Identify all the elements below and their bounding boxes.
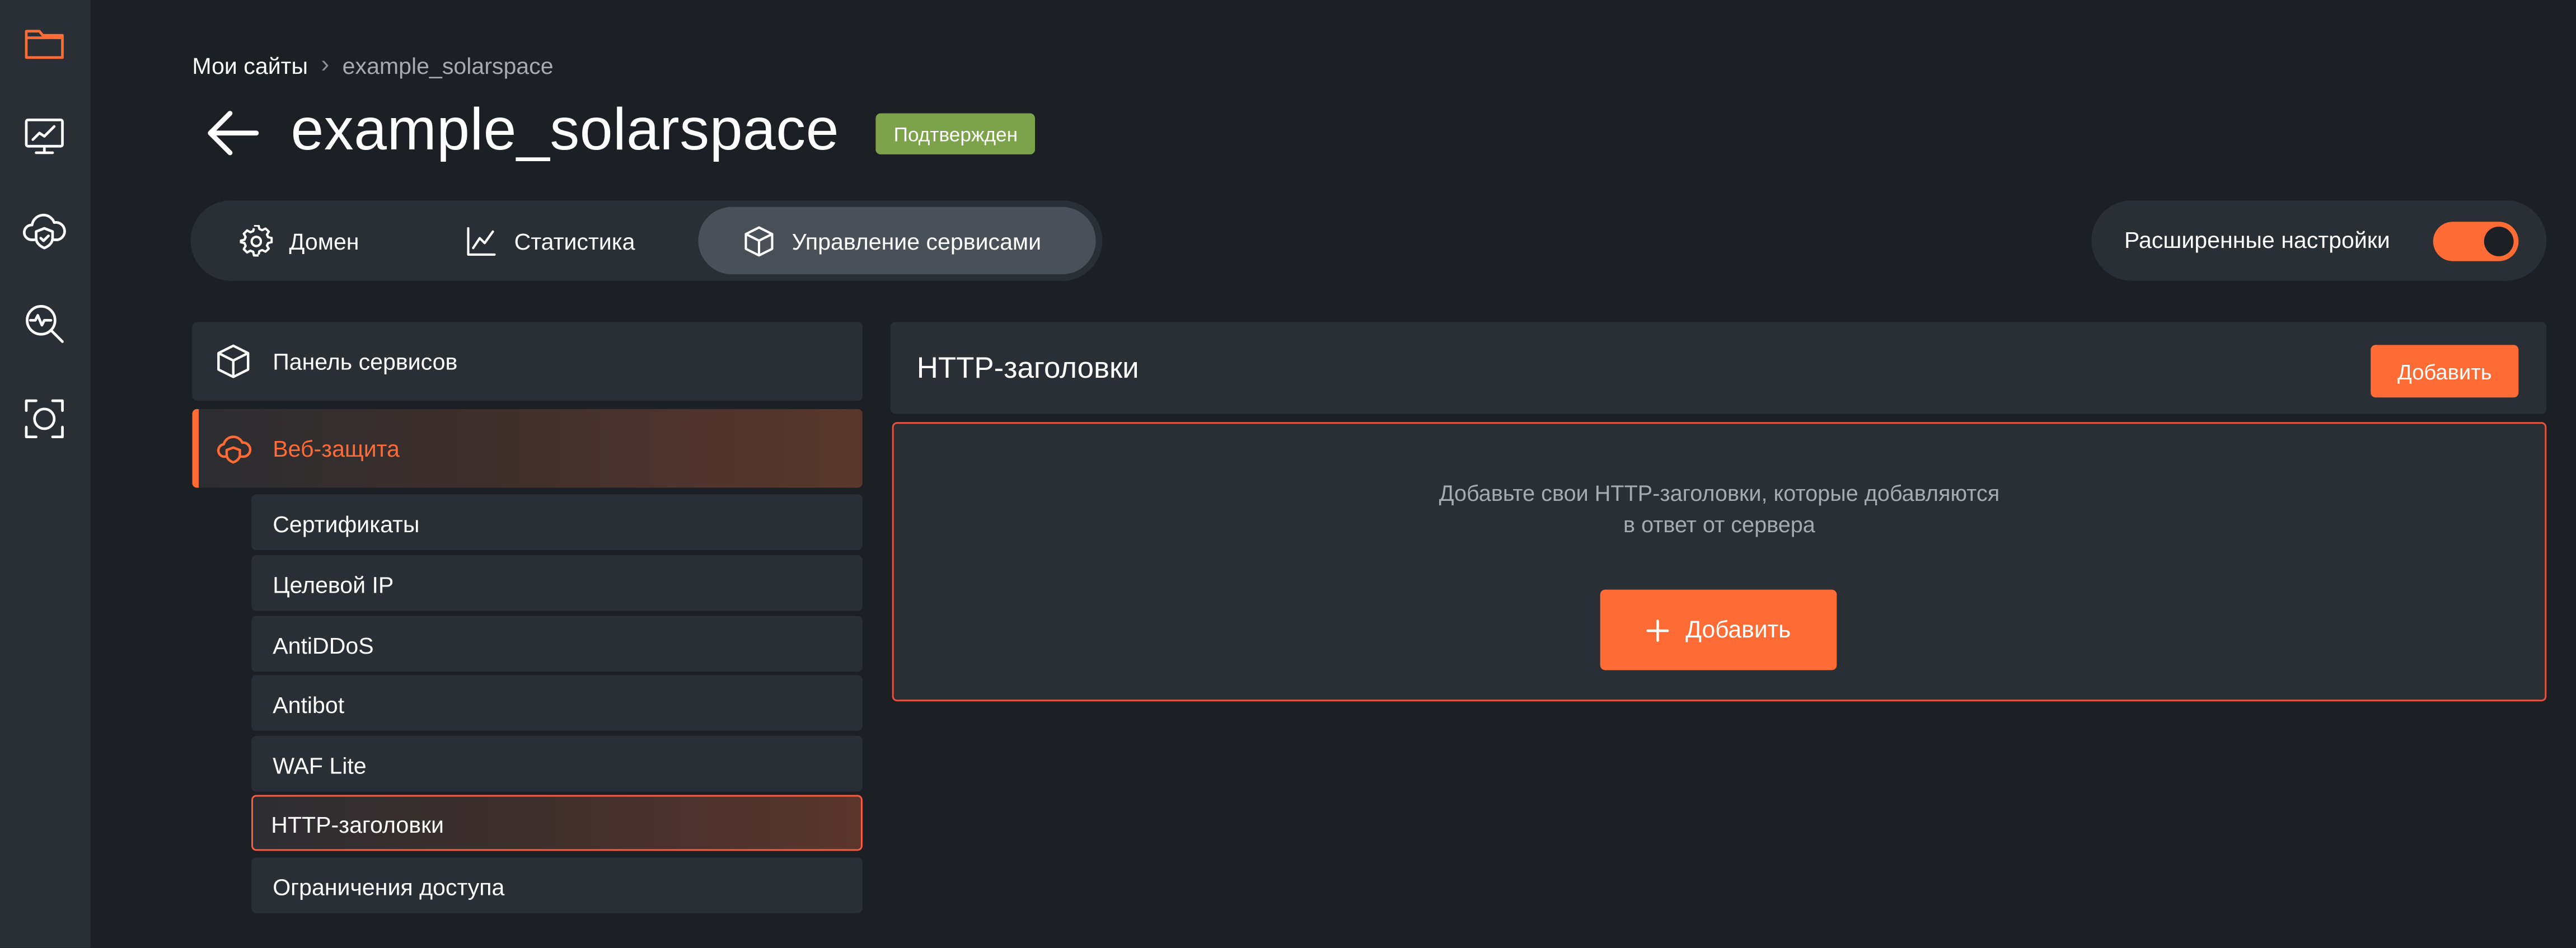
arrow-left-icon[interactable] [204, 107, 263, 159]
icon-rail [0, 0, 91, 948]
line-chart-icon [467, 226, 496, 255]
add-header-primary-label: Добавить [1685, 617, 1791, 644]
tab-bar: Домен Статистика Управление сервисами [190, 200, 1103, 281]
plus-icon [1646, 618, 1669, 641]
tab-service-management[interactable]: Управление сервисами [698, 207, 1096, 275]
rail-search-button[interactable] [18, 297, 71, 350]
sidebar-subitem-antiddos[interactable]: AntiDDoS [251, 616, 863, 672]
panel-header: HTTP-заголовки Добавить [890, 322, 2547, 414]
panel-title: HTTP-заголовки [916, 351, 1139, 384]
empty-state-line-1: Добавьте свои HTTP-заголовки, которые до… [1439, 481, 2000, 506]
empty-state-panel: Добавьте свои HTTP-заголовки, которые до… [892, 422, 2547, 702]
advanced-settings-label: Расширенные настройки [2124, 227, 2390, 253]
gear-icon [240, 224, 273, 256]
breadcrumb-root-link[interactable]: Мои сайты [192, 51, 308, 78]
rail-scan-button[interactable] [18, 392, 71, 445]
sidebar-subitem-label: Antibot [273, 691, 345, 718]
sidebar-subitem-label: WAF Lite [273, 752, 367, 779]
cube-icon [217, 344, 250, 378]
sidebar-item-label: Веб-защита [273, 435, 400, 462]
cloud-shield-icon [217, 435, 252, 464]
tab-domain[interactable]: Домен [240, 207, 359, 274]
page-title: example_solarspace [291, 95, 840, 163]
sidebar-subitem-label: Ограничения доступа [273, 874, 505, 900]
tab-domain-label: Домен [289, 227, 359, 254]
tab-service-management-label: Управление сервисами [791, 227, 1042, 254]
sidebar-subitem-label: Сертификаты [273, 510, 420, 537]
rail-folder-button[interactable] [18, 16, 71, 69]
add-header-button[interactable]: Добавить [2371, 345, 2519, 398]
chevron-right-icon: › [321, 50, 330, 79]
sidebar-subitem-access-restrictions[interactable]: Ограничения доступа [251, 857, 863, 913]
sidebar-subitem-label: Целевой IP [273, 571, 394, 598]
sidebar-subitem-target-ip[interactable]: Целевой IP [251, 555, 863, 611]
status-badge: Подтвержден [875, 113, 1036, 154]
tab-statistics-label: Статистика [514, 227, 635, 254]
sidebar-item-web-protection[interactable]: Веб-защита [192, 409, 863, 488]
tab-statistics[interactable]: Статистика [465, 207, 635, 274]
sidebar-item-label: Панель сервисов [273, 348, 458, 375]
app-root: Мои сайты › example_solarspace example_s… [0, 0, 2576, 948]
sidebar-subitem-label: AntiDDoS [273, 632, 374, 659]
rail-cloud-shield-button[interactable] [18, 204, 71, 256]
sidebar-subitem-label: HTTP-заголовки [271, 810, 444, 837]
sidebar-subitem-waf-lite[interactable]: WAF Lite [251, 735, 863, 792]
sidebar-subitem-antibot[interactable]: Antibot [251, 675, 863, 731]
sidebar-item-service-panel[interactable]: Панель сервисов [192, 322, 863, 401]
empty-state-line-2: в ответ от сервера [1623, 512, 1815, 537]
advanced-settings: Расширенные настройки [2091, 200, 2547, 281]
empty-state-text: Добавьте свои HTTP-заголовки, которые до… [894, 478, 2545, 541]
scan-icon [25, 399, 64, 439]
monitor-chart-icon [25, 118, 64, 154]
breadcrumb-current: example_solarspace [342, 51, 554, 78]
cube-icon [744, 225, 774, 256]
add-header-primary-button[interactable]: Добавить [1600, 589, 1837, 670]
sidebar-subitem-certificates[interactable]: Сертификаты [251, 494, 863, 551]
rail-monitor-button[interactable] [18, 110, 71, 163]
search-pulse-icon [26, 305, 64, 343]
folder-icon [25, 30, 64, 59]
app-canvas: Мои сайты › example_solarspace example_s… [0, 0, 2576, 948]
toggle-knob [2484, 227, 2514, 256]
advanced-settings-toggle[interactable] [2433, 222, 2519, 261]
cloud-shield-icon [22, 213, 66, 250]
breadcrumb: Мои сайты › example_solarspace [192, 51, 553, 79]
sidebar-subitem-http-headers[interactable]: HTTP-заголовки [251, 795, 863, 851]
